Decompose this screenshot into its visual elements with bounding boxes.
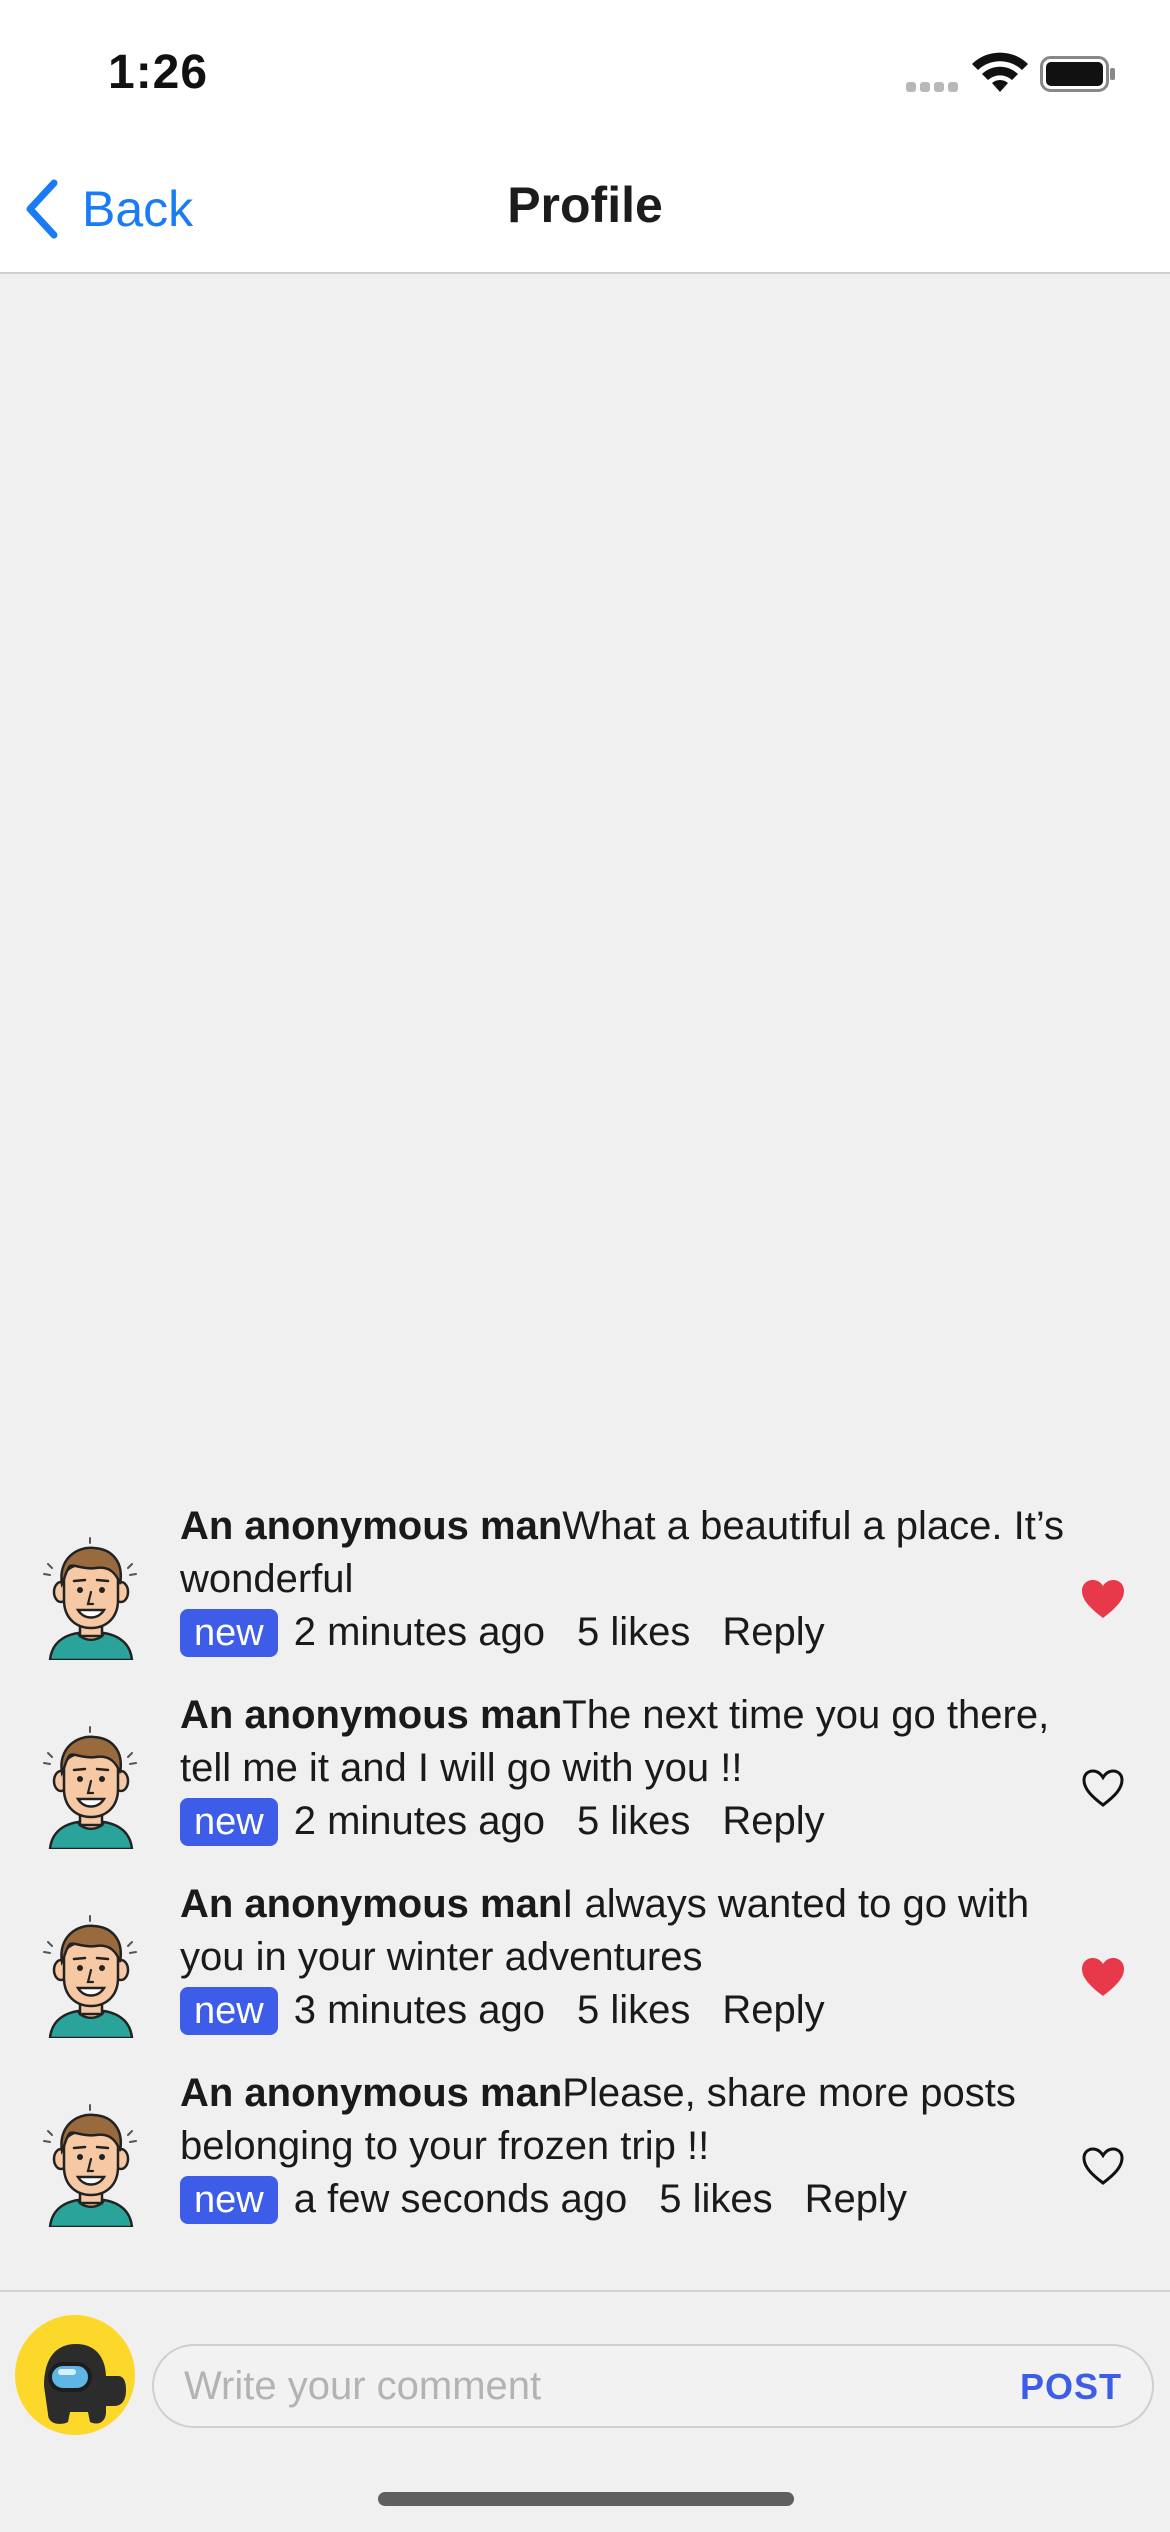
comment-time: 2 minutes ago — [293, 1610, 545, 1654]
comment-author: An anonymous man — [180, 1504, 563, 1548]
comment-compose-bar: POST — [0, 2290, 1170, 2532]
comment-author: An anonymous man — [180, 2071, 563, 2115]
comment-likes[interactable]: 5 likes — [577, 1606, 690, 1659]
new-badge: new — [180, 2175, 278, 2224]
comment-time: a few seconds ago — [293, 2177, 628, 2221]
comment-time: 3 minutes ago — [293, 1988, 545, 2032]
comment-time: 2 minutes ago — [293, 1799, 545, 1843]
comment-body: An anonymous manPlease, share more posts… — [180, 2067, 1080, 2226]
new-badge: new — [180, 1986, 278, 2035]
user-avatar[interactable] — [14, 2314, 136, 2436]
home-indicator — [378, 2492, 794, 2506]
battery-icon — [1040, 56, 1115, 92]
comment-meta: new a few seconds ago 5 likes Reply — [180, 2173, 1080, 2226]
comment-meta: new 2 minutes ago 5 likes Reply — [180, 1606, 1080, 1659]
avatar — [42, 1725, 138, 1849]
avatar — [42, 1536, 138, 1660]
avatar — [42, 1914, 138, 2038]
page-title: Profile — [507, 177, 663, 233]
comment-likes[interactable]: 5 likes — [577, 1984, 690, 2037]
comment-item: An anonymous manWhat a beautiful a place… — [0, 1500, 1170, 1680]
comment-item: An anonymous manPlease, share more posts… — [0, 2067, 1170, 2247]
new-badge: new — [180, 1608, 278, 1657]
status-time: 1:26 — [108, 46, 209, 99]
reply-button[interactable]: Reply — [722, 1795, 824, 1848]
comment-input[interactable] — [184, 2346, 984, 2426]
comment-likes[interactable]: 5 likes — [577, 1795, 690, 1848]
avatar — [42, 2103, 138, 2227]
reply-button[interactable]: Reply — [722, 1984, 824, 2037]
reply-button[interactable]: Reply — [722, 1606, 824, 1659]
comment-body: An anonymous manWhat a beautiful a place… — [180, 1500, 1080, 1659]
comment-meta: new 2 minutes ago 5 likes Reply — [180, 1795, 1080, 1848]
status-bar: 1:26 — [0, 0, 1170, 150]
heart-filled-icon[interactable] — [1080, 1578, 1126, 1620]
comment-input-container: POST — [152, 2344, 1154, 2428]
comment-meta: new 3 minutes ago 5 likes Reply — [180, 1984, 1080, 2037]
comment-item: An anonymous manI always wanted to go wi… — [0, 1878, 1170, 2058]
comment-author: An anonymous man — [180, 1882, 563, 1926]
comment-likes[interactable]: 5 likes — [659, 2173, 772, 2226]
comment-author: An anonymous man — [180, 1693, 563, 1737]
comment-item: An anonymous manThe next time you go the… — [0, 1689, 1170, 1869]
heart-filled-icon[interactable] — [1080, 1956, 1126, 1998]
new-badge: new — [180, 1797, 278, 1846]
wifi-icon — [972, 52, 1028, 92]
reply-button[interactable]: Reply — [805, 2173, 907, 2226]
comment-body: An anonymous manThe next time you go the… — [180, 1689, 1080, 1848]
heart-outline-icon[interactable] — [1080, 1767, 1126, 1809]
post-button[interactable]: POST — [1020, 2366, 1122, 2408]
navigation-bar: Back Profile — [0, 150, 1170, 274]
heart-outline-icon[interactable] — [1080, 2145, 1126, 2187]
comment-body: An anonymous manI always wanted to go wi… — [180, 1878, 1080, 2037]
cellular-signal-icon — [906, 82, 960, 92]
